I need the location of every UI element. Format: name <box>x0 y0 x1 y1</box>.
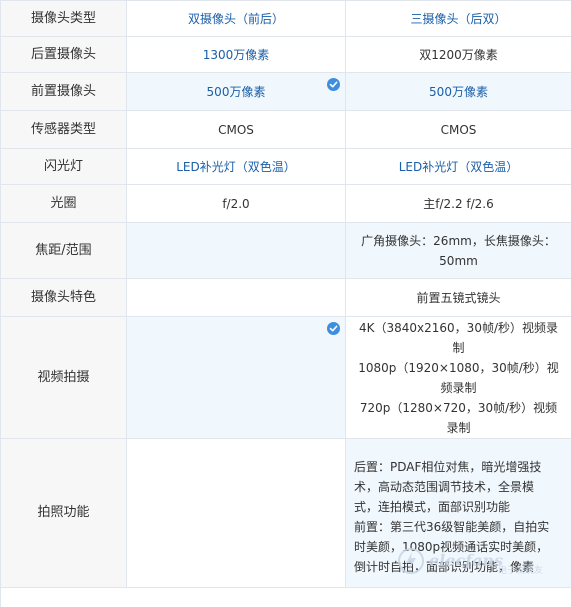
photo-b-line: 后置：PDAF相位对焦，暗光增强技 <box>354 460 542 474</box>
sensor-type-b: CMOS <box>346 111 571 149</box>
row-label-flash: 闪光灯 <box>1 149 127 185</box>
row-label-focal-range: 焦距/范围 <box>1 223 127 279</box>
row-label-aperture: 光圈 <box>1 185 127 223</box>
row-label-rear-camera: 后置摄像头 <box>1 37 127 73</box>
sensor-type-a: CMOS <box>127 111 346 149</box>
photo-b-line: 术，高动态范围调节技术，全景模 <box>354 480 535 494</box>
video-b: 4K（3840x2160，30帧/秒）视频录 制 1080p（1920×1080… <box>346 317 571 439</box>
front-camera-a-value: 500万像素 <box>206 84 266 99</box>
front-camera-b[interactable]: 500万像素 <box>346 73 571 111</box>
camera-feature-a <box>127 279 346 317</box>
photo-b: 后置：PDAF相位对焦，暗光增强技 术，高动态范围调节技术，全景模 式，连拍模式… <box>346 439 571 588</box>
row-label-photo: 拍照功能 <box>1 439 127 588</box>
focal-range-b: 广角摄像头：26mm，长焦摄像头： 50mm <box>346 223 571 279</box>
video-a <box>127 317 346 439</box>
video-b-line: 1080p（1920×1080，30帧/秒）视 <box>358 360 559 375</box>
front-camera-a[interactable]: 500万像素 <box>127 73 346 111</box>
row-label-sensor-type: 传感器类型 <box>1 111 127 149</box>
camera-type-b[interactable]: 三摄像头（后双） <box>346 1 571 37</box>
row-label-camera-feature: 摄像头特色 <box>1 279 127 317</box>
aperture-a: f/2.0 <box>127 185 346 223</box>
row-label-video: 视频拍摄 <box>1 317 127 439</box>
row-label-front-camera: 前置摄像头 <box>1 73 127 111</box>
video-b-line: 录制 <box>446 420 471 435</box>
rear-camera-a[interactable]: 1300万像素 <box>127 37 346 73</box>
video-b-line: 4K（3840x2160，30帧/秒）视频录 <box>359 320 558 335</box>
photo-b-line: 式，连拍模式，面部识别功能 <box>354 500 511 514</box>
lightning-logo-icon <box>398 548 424 574</box>
aperture-b: 主f/2.2 f/2.6 <box>346 185 571 223</box>
video-b-line: 制 <box>452 340 465 355</box>
camera-feature-b: 前置五镜式镜头 <box>346 279 571 317</box>
flash-b[interactable]: LED补光灯（双色温） <box>346 149 571 185</box>
focal-range-b-line: 广角摄像头：26mm，长焦摄像头： <box>361 233 556 248</box>
focal-range-b-line: 50mm <box>439 253 478 268</box>
photo-b-line: 前置：第三代36级智能美颜，自拍实 <box>354 520 550 534</box>
camera-type-a[interactable]: 双摄像头（前后） <box>127 1 346 37</box>
video-b-line: 720p（1280×720，30帧/秒）视频 <box>359 400 558 415</box>
comparison-table: 摄像头类型 双摄像头（前后） 三摄像头（后双） 后置摄像头 1300万像素 双1… <box>0 0 571 607</box>
row-label-camera-type: 摄像头类型 <box>1 1 127 37</box>
elecfans-watermark: elecfans 电子发烧友 <box>397 541 547 581</box>
rear-camera-b: 双1200万像素 <box>346 37 571 73</box>
watermark-text: elecfans <box>429 551 504 570</box>
check-icon <box>327 78 340 91</box>
check-icon <box>327 322 340 335</box>
watermark-subtext: 电子发烧友 <box>497 566 543 576</box>
video-b-line: 频录制 <box>440 380 477 395</box>
flash-a[interactable]: LED补光灯（双色温） <box>127 149 346 185</box>
focal-range-a <box>127 223 346 279</box>
photo-a <box>127 439 346 588</box>
